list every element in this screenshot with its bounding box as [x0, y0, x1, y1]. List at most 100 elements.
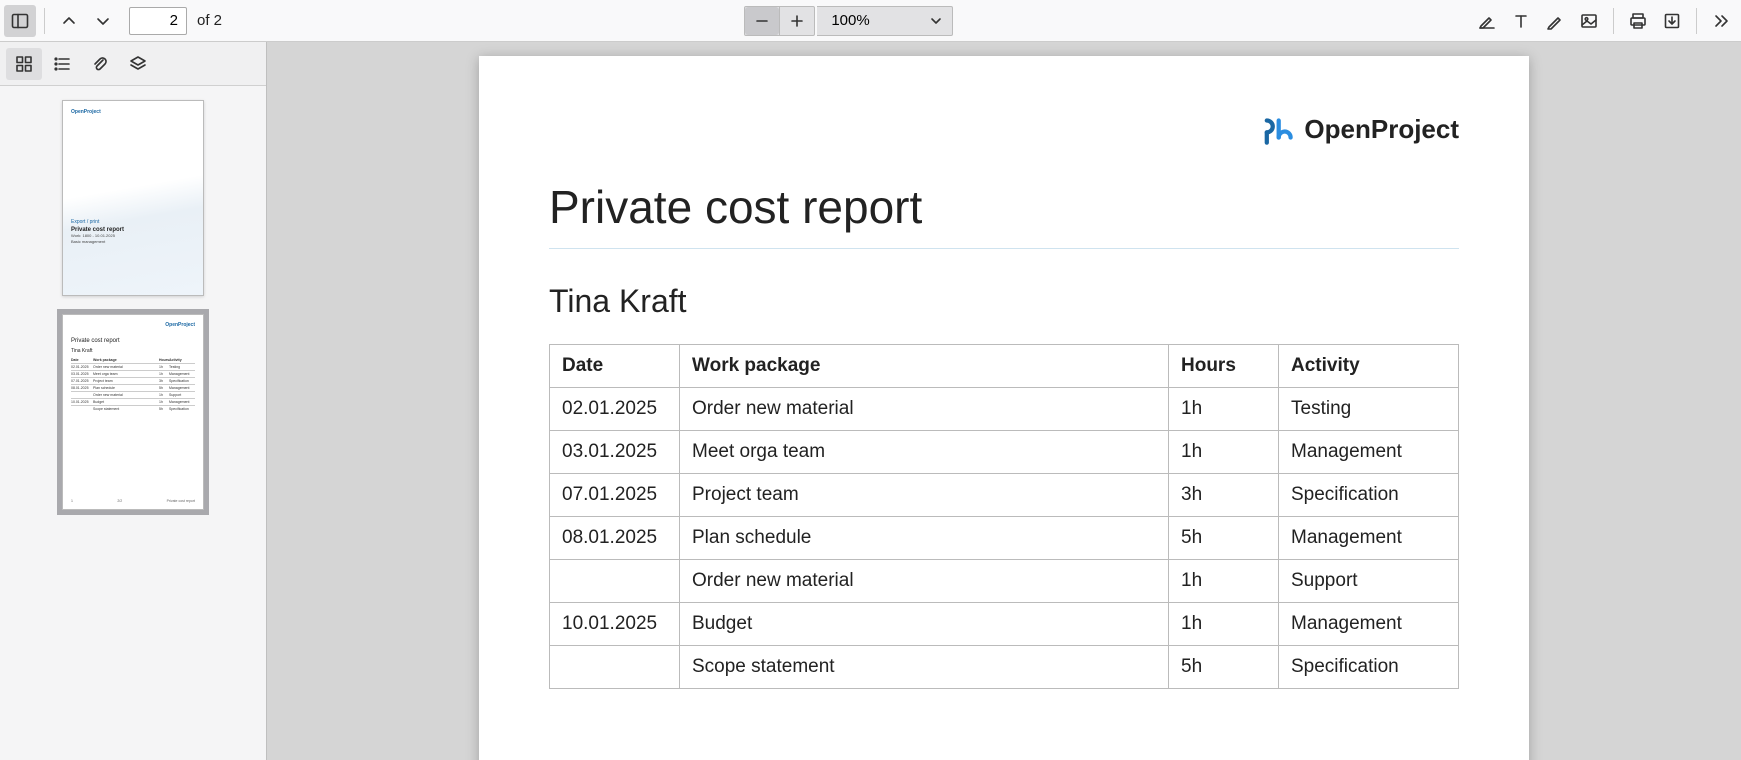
draw-tool-button[interactable] [1539, 5, 1571, 37]
cell-work-package: Budget [680, 603, 1169, 646]
highlighter-icon [1477, 11, 1497, 31]
thumb1-meta2: Basic management [71, 240, 124, 245]
printer-icon [1628, 11, 1648, 31]
thumbnail-page-2[interactable]: OpenProject Private cost report Tina Kra… [62, 314, 204, 510]
table-header-row: Date Work package Hours Activity [550, 345, 1459, 388]
document-person: Tina Kraft [549, 283, 1459, 320]
minus-icon [753, 12, 771, 30]
page-viewer[interactable]: OpenProject Private cost report Tina Kra… [267, 42, 1741, 760]
cell-hours: 5h [1169, 517, 1279, 560]
cell-activity: Management [1279, 517, 1459, 560]
thumbnail-page-1-preview: OpenProject Export / print Private cost … [63, 101, 203, 295]
chevron-double-right-icon [1711, 11, 1731, 31]
list-icon [52, 54, 72, 74]
page-total-label: of 2 [193, 12, 226, 29]
thumb2-title: Private cost report [71, 338, 195, 344]
main-area: OpenProject Export / print Private cost … [0, 42, 1741, 760]
separator [1696, 8, 1697, 34]
download-button[interactable] [1656, 5, 1688, 37]
text-tool-button[interactable] [1505, 5, 1537, 37]
plus-icon [788, 12, 806, 30]
cell-work-package: Scope statement [680, 646, 1169, 689]
grid-icon [14, 54, 34, 74]
download-icon [1662, 11, 1682, 31]
sidebar-tools [0, 42, 266, 86]
cell-date: 03.01.2025 [550, 431, 680, 474]
cell-date: 08.01.2025 [550, 517, 680, 560]
page-up-button[interactable] [53, 5, 85, 37]
cell-work-package: Meet orga team [680, 431, 1169, 474]
cell-date: 10.01.2025 [550, 603, 680, 646]
zoom-level-value: 100% [831, 12, 869, 29]
cell-hours: 1h [1169, 603, 1279, 646]
table-row: 07.01.2025Project team3hSpecification [550, 474, 1459, 517]
col-activity: Activity [1279, 345, 1459, 388]
cell-activity: Specification [1279, 474, 1459, 517]
zoom-controls [744, 6, 815, 36]
sidebar-icon [10, 11, 30, 31]
cell-activity: Management [1279, 431, 1459, 474]
separator [1613, 8, 1614, 34]
brand-mini-logo: OpenProject [165, 322, 195, 328]
brand-name: OpenProject [1304, 114, 1459, 145]
pdf-page: OpenProject Private cost report Tina Kra… [479, 56, 1529, 760]
outline-view-button[interactable] [44, 48, 80, 80]
chevron-down-icon [94, 12, 112, 30]
cell-hours: 5h [1169, 646, 1279, 689]
zoom-level-select[interactable]: 100% [817, 6, 952, 36]
thumbnail-page-1[interactable]: OpenProject Export / print Private cost … [62, 100, 204, 296]
thumbnail-page-2-preview: OpenProject Private cost report Tina Kra… [63, 315, 203, 509]
brand-logo: OpenProject [1260, 112, 1459, 146]
cell-hours: 1h [1169, 560, 1279, 603]
table-row: 02.01.2025Order new material1hTesting [550, 388, 1459, 431]
table-row: 10.01.2025Budget1hManagement [550, 603, 1459, 646]
document-title: Private cost report [549, 180, 1459, 249]
zoom-out-button[interactable] [745, 7, 779, 35]
cell-date: 07.01.2025 [550, 474, 680, 517]
table-row: 03.01.2025Meet orga team1hManagement [550, 431, 1459, 474]
cell-date [550, 560, 680, 603]
page-down-button[interactable] [87, 5, 119, 37]
cell-work-package: Project team [680, 474, 1169, 517]
layers-icon [128, 54, 148, 74]
cell-activity: Management [1279, 603, 1459, 646]
cell-hours: 1h [1169, 431, 1279, 474]
text-icon [1511, 11, 1531, 31]
paperclip-icon [90, 54, 110, 74]
more-tools-button[interactable] [1705, 5, 1737, 37]
page-number-input[interactable] [129, 7, 187, 35]
chevron-down-icon [930, 15, 942, 27]
pencil-icon [1545, 11, 1565, 31]
highlight-tool-button[interactable] [1471, 5, 1503, 37]
cell-activity: Specification [1279, 646, 1459, 689]
attachments-view-button[interactable] [82, 48, 118, 80]
table-row: Scope statement5hSpecification [550, 646, 1459, 689]
openproject-icon [1260, 112, 1294, 146]
table-row: Order new material1hSupport [550, 560, 1459, 603]
thumb1-section: Export / print [71, 219, 124, 225]
image-icon [1579, 11, 1599, 31]
pdf-toolbar: of 2 100% [0, 0, 1741, 42]
thumbnails-view-button[interactable] [6, 48, 42, 80]
col-hours: Hours [1169, 345, 1279, 388]
sidebar: OpenProject Export / print Private cost … [0, 42, 267, 760]
cost-report-table: Date Work package Hours Activity 02.01.2… [549, 344, 1459, 689]
cell-activity: Testing [1279, 388, 1459, 431]
cell-hours: 3h [1169, 474, 1279, 517]
cell-work-package: Order new material [680, 388, 1169, 431]
col-date: Date [550, 345, 680, 388]
layers-view-button[interactable] [120, 48, 156, 80]
cell-work-package: Plan schedule [680, 517, 1169, 560]
zoom-in-button[interactable] [780, 7, 814, 35]
chevron-up-icon [60, 12, 78, 30]
cell-date [550, 646, 680, 689]
toggle-sidebar-button[interactable] [4, 5, 36, 37]
table-row: 08.01.2025Plan schedule5hManagement [550, 517, 1459, 560]
print-button[interactable] [1622, 5, 1654, 37]
separator [44, 8, 45, 34]
brand-mini-logo: OpenProject [71, 109, 101, 115]
cell-work-package: Order new material [680, 560, 1169, 603]
thumb2-person: Tina Kraft [71, 348, 195, 354]
image-tool-button[interactable] [1573, 5, 1605, 37]
col-wp: Work package [680, 345, 1169, 388]
